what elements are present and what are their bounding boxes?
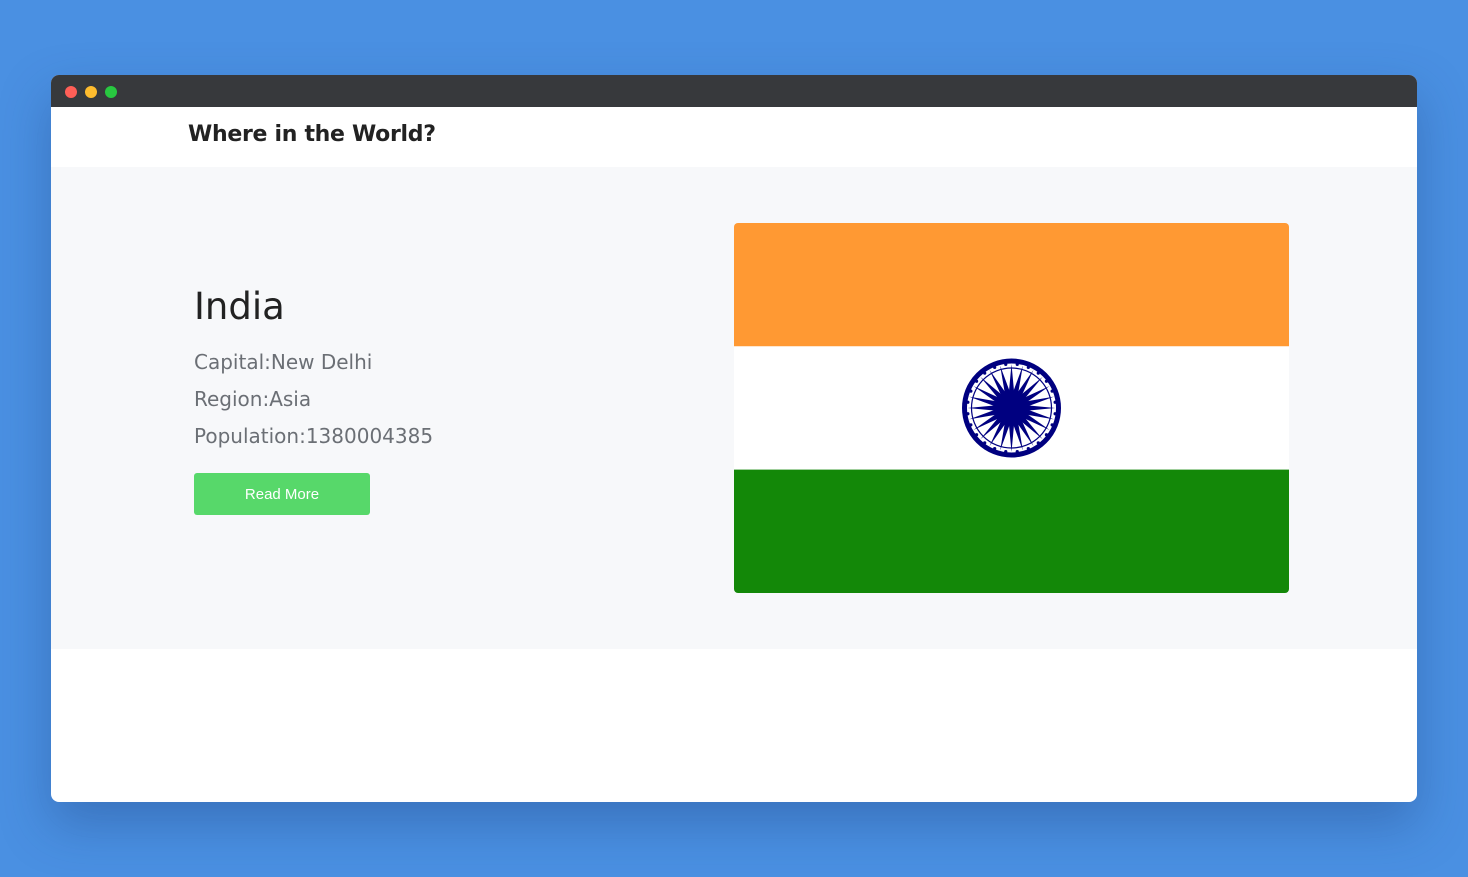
chakra-rim-dot <box>1053 412 1057 416</box>
country-name: India <box>194 285 285 328</box>
close-window-button[interactable] <box>65 86 77 98</box>
ashoka-chakra-icon <box>962 358 1061 458</box>
chakra-rim-dot <box>993 447 997 451</box>
chakra-rim-dot <box>1026 365 1030 369</box>
chakra-rim-dot <box>983 441 987 445</box>
chakra-rim-dot <box>1004 450 1008 454</box>
chakra-rim-dot <box>1050 423 1054 427</box>
country-hero: India Capital:New Delhi Region:Asia Popu… <box>51 167 1417 649</box>
flag-saffron-band <box>734 223 1289 347</box>
chakra-rim-dot <box>1044 433 1049 437</box>
window-titlebar <box>51 75 1417 107</box>
navbar: Where in the World? <box>51 107 1417 167</box>
chakra-rim-dot <box>969 389 973 393</box>
browser-window: Where in the World? India Capital:New De… <box>51 75 1417 802</box>
chakra-rim-dot <box>966 400 970 404</box>
chakra-rim-dot <box>974 379 979 383</box>
minimize-window-button[interactable] <box>85 86 97 98</box>
chakra-rim-dot <box>1004 362 1008 366</box>
country-region: Region:Asia <box>194 387 312 411</box>
chakra-rim-dot <box>1044 379 1049 383</box>
chakra-rim-dot <box>1015 362 1019 366</box>
chakra-rim-dot <box>969 423 973 427</box>
chakra-rim-dot <box>1053 400 1057 404</box>
chakra-rim-dot <box>974 433 979 437</box>
chakra-rim-dot <box>1050 389 1054 393</box>
chakra-rim-dot <box>1026 447 1030 451</box>
flag-green-band <box>734 469 1289 593</box>
read-more-button[interactable]: Read More <box>194 473 370 515</box>
chakra-rim-dot <box>983 371 987 375</box>
chakra-rim-dot <box>1036 371 1040 375</box>
site-brand[interactable]: Where in the World? <box>188 122 436 147</box>
india-flag-image <box>734 223 1289 593</box>
chakra-rim-dot <box>1036 441 1040 445</box>
country-capital: Capital:New Delhi <box>194 350 373 374</box>
country-population: Population:1380004385 <box>194 424 434 448</box>
chakra-rim-dot <box>966 412 970 416</box>
maximize-window-button[interactable] <box>105 86 117 98</box>
chakra-rim-dot <box>993 365 997 369</box>
chakra-rim-dot <box>1015 450 1019 454</box>
